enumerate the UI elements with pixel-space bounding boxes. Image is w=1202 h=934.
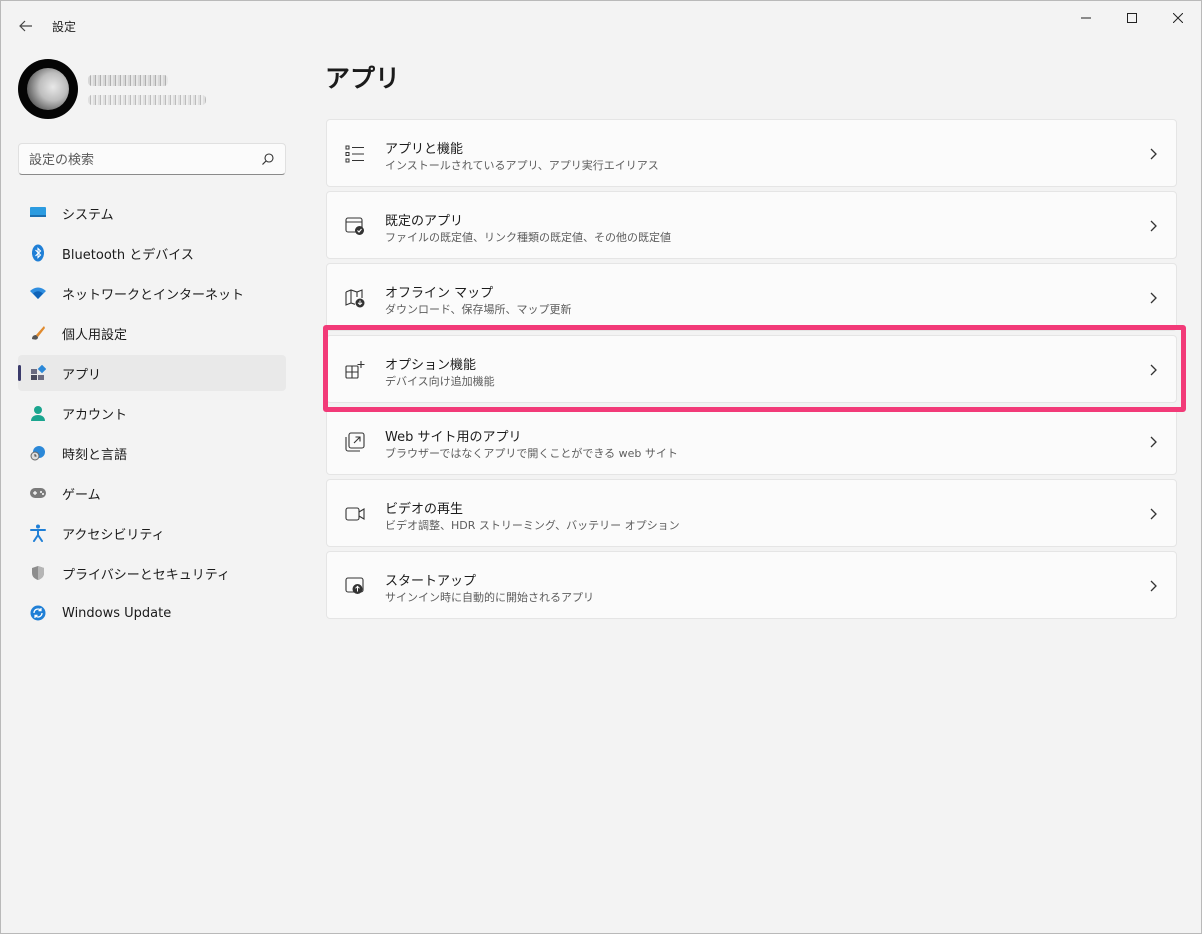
settings-window: 設定 設定の検索 システム Bluetooth とデバイス ネットワークとインタ… xyxy=(0,0,1202,934)
sidebar-item-label: ネットワークとインターネット xyxy=(62,287,245,303)
list-icon xyxy=(345,145,364,163)
sidebar-item-label: システム xyxy=(62,207,114,223)
sidebar-item-label: ゲーム xyxy=(62,487,101,503)
sidebar-item-accounts[interactable]: アカウント xyxy=(18,395,286,431)
sidebar-item-accessibility[interactable]: アクセシビリティ xyxy=(18,515,286,551)
chevron-right-icon xyxy=(1150,508,1157,520)
globe-clock-icon xyxy=(29,444,47,462)
sidebar: システム Bluetooth とデバイス ネットワークとインターネット 個人用設… xyxy=(1,49,301,934)
card-title: オプション機能 xyxy=(385,358,477,373)
card-title: ビデオの再生 xyxy=(385,502,464,517)
person-icon xyxy=(29,404,47,422)
search-input[interactable] xyxy=(29,150,249,170)
moon-image xyxy=(27,68,69,110)
card-description: ダウンロード、保存場所、マップ更新 xyxy=(385,303,572,316)
user-profile[interactable] xyxy=(18,59,288,119)
card-description: デバイス向け追加機能 xyxy=(385,375,495,388)
startup-icon xyxy=(345,577,364,594)
card-title: スタートアップ xyxy=(385,574,477,589)
sidebar-item-label: プライバシーとセキュリティ xyxy=(62,567,230,583)
sidebar-item-personalization[interactable]: 個人用設定 xyxy=(18,315,286,351)
settings-search[interactable] xyxy=(18,143,286,175)
back-arrow-icon xyxy=(19,20,32,32)
sidebar-item-label: Bluetooth とデバイス xyxy=(62,247,194,263)
title-bar: 設定 xyxy=(1,1,1201,49)
minimize-button[interactable] xyxy=(1063,1,1109,35)
close-icon xyxy=(1173,13,1183,23)
card-apps-for-websites[interactable]: Web サイト用のアプリ ブラウザーではなくアプリで開くことができる web サ… xyxy=(326,407,1177,475)
sidebar-item-time-language[interactable]: 時刻と言語 xyxy=(18,435,286,471)
sidebar-item-gaming[interactable]: ゲーム xyxy=(18,475,286,511)
sidebar-item-bluetooth[interactable]: Bluetooth とデバイス xyxy=(18,235,286,271)
brush-icon xyxy=(29,324,47,342)
close-button[interactable] xyxy=(1155,1,1201,35)
shield-icon xyxy=(29,564,47,582)
chevron-right-icon xyxy=(1150,364,1157,376)
chevron-right-icon xyxy=(1150,220,1157,232)
sidebar-item-windows-update[interactable]: Windows Update xyxy=(18,595,286,631)
monitor-icon xyxy=(29,204,47,222)
card-apps-features[interactable]: アプリと機能 インストールされているアプリ、アプリ実行エイリアス xyxy=(326,119,1177,187)
apps-icon xyxy=(29,364,47,382)
maximize-button[interactable] xyxy=(1109,1,1155,35)
chevron-right-icon xyxy=(1150,292,1157,304)
card-default-apps[interactable]: 既定のアプリ ファイルの既定値、リンク種類の既定値、その他の既定値 xyxy=(326,191,1177,259)
sidebar-item-privacy-security[interactable]: プライバシーとセキュリティ xyxy=(18,555,286,591)
card-description: ブラウザーではなくアプリで開くことができる web サイト xyxy=(385,447,678,460)
window-title: 設定 xyxy=(52,20,77,34)
card-description: ビデオ調整、HDR ストリーミング、バッテリー オプション xyxy=(385,519,680,532)
update-icon xyxy=(29,604,47,622)
card-description: サインイン時に自動的に開始されるアプリ xyxy=(385,591,594,604)
redacted-user-name xyxy=(88,75,168,86)
default-apps-icon xyxy=(345,217,364,235)
redacted-user-email xyxy=(88,95,206,105)
avatar[interactable] xyxy=(18,59,78,119)
maximize-icon xyxy=(1127,13,1137,23)
chevron-right-icon xyxy=(1150,436,1157,448)
sidebar-item-label: 時刻と言語 xyxy=(62,447,128,463)
card-title: オフライン マップ xyxy=(385,286,494,301)
wifi-icon xyxy=(29,284,47,302)
card-description: インストールされているアプリ、アプリ実行エイリアス xyxy=(385,159,659,172)
minimize-icon xyxy=(1081,17,1091,19)
gamepad-icon xyxy=(29,484,47,502)
grid-add-icon xyxy=(345,361,365,379)
sidebar-item-apps[interactable]: アプリ xyxy=(18,355,286,391)
settings-card-list: アプリと機能 インストールされているアプリ、アプリ実行エイリアス 既定のアプリ … xyxy=(326,119,1177,623)
chevron-right-icon xyxy=(1150,580,1157,592)
sidebar-item-label: Windows Update xyxy=(62,605,172,621)
open-external-icon xyxy=(345,432,365,452)
sidebar-item-label: アプリ xyxy=(62,367,102,383)
card-optional-features[interactable]: オプション機能 デバイス向け追加機能 xyxy=(326,335,1177,403)
card-description: ファイルの既定値、リンク種類の既定値、その他の既定値 xyxy=(385,231,671,244)
sidebar-item-label: 個人用設定 xyxy=(62,327,128,343)
sidebar-item-label: アカウント xyxy=(62,407,128,423)
sidebar-item-network[interactable]: ネットワークとインターネット xyxy=(18,275,286,311)
card-title: 既定のアプリ xyxy=(385,214,464,229)
card-offline-maps[interactable]: オフライン マップ ダウンロード、保存場所、マップ更新 xyxy=(326,263,1177,331)
video-icon xyxy=(345,507,365,521)
card-title: Web サイト用のアプリ xyxy=(385,430,522,445)
sidebar-item-label: アクセシビリティ xyxy=(62,527,165,543)
card-startup[interactable]: スタートアップ サインイン時に自動的に開始されるアプリ xyxy=(326,551,1177,619)
search-icon[interactable] xyxy=(261,152,275,166)
chevron-right-icon xyxy=(1150,148,1157,160)
card-title: アプリと機能 xyxy=(385,142,464,157)
card-video-playback[interactable]: ビデオの再生 ビデオ調整、HDR ストリーミング、バッテリー オプション xyxy=(326,479,1177,547)
bluetooth-icon xyxy=(29,244,47,262)
accessibility-icon xyxy=(29,524,47,542)
map-download-icon xyxy=(345,289,365,308)
sidebar-nav: システム Bluetooth とデバイス ネットワークとインターネット 個人用設… xyxy=(18,195,286,635)
back-button[interactable] xyxy=(13,13,39,39)
sidebar-item-system[interactable]: システム xyxy=(18,195,286,231)
page-title: アプリ xyxy=(325,64,401,93)
